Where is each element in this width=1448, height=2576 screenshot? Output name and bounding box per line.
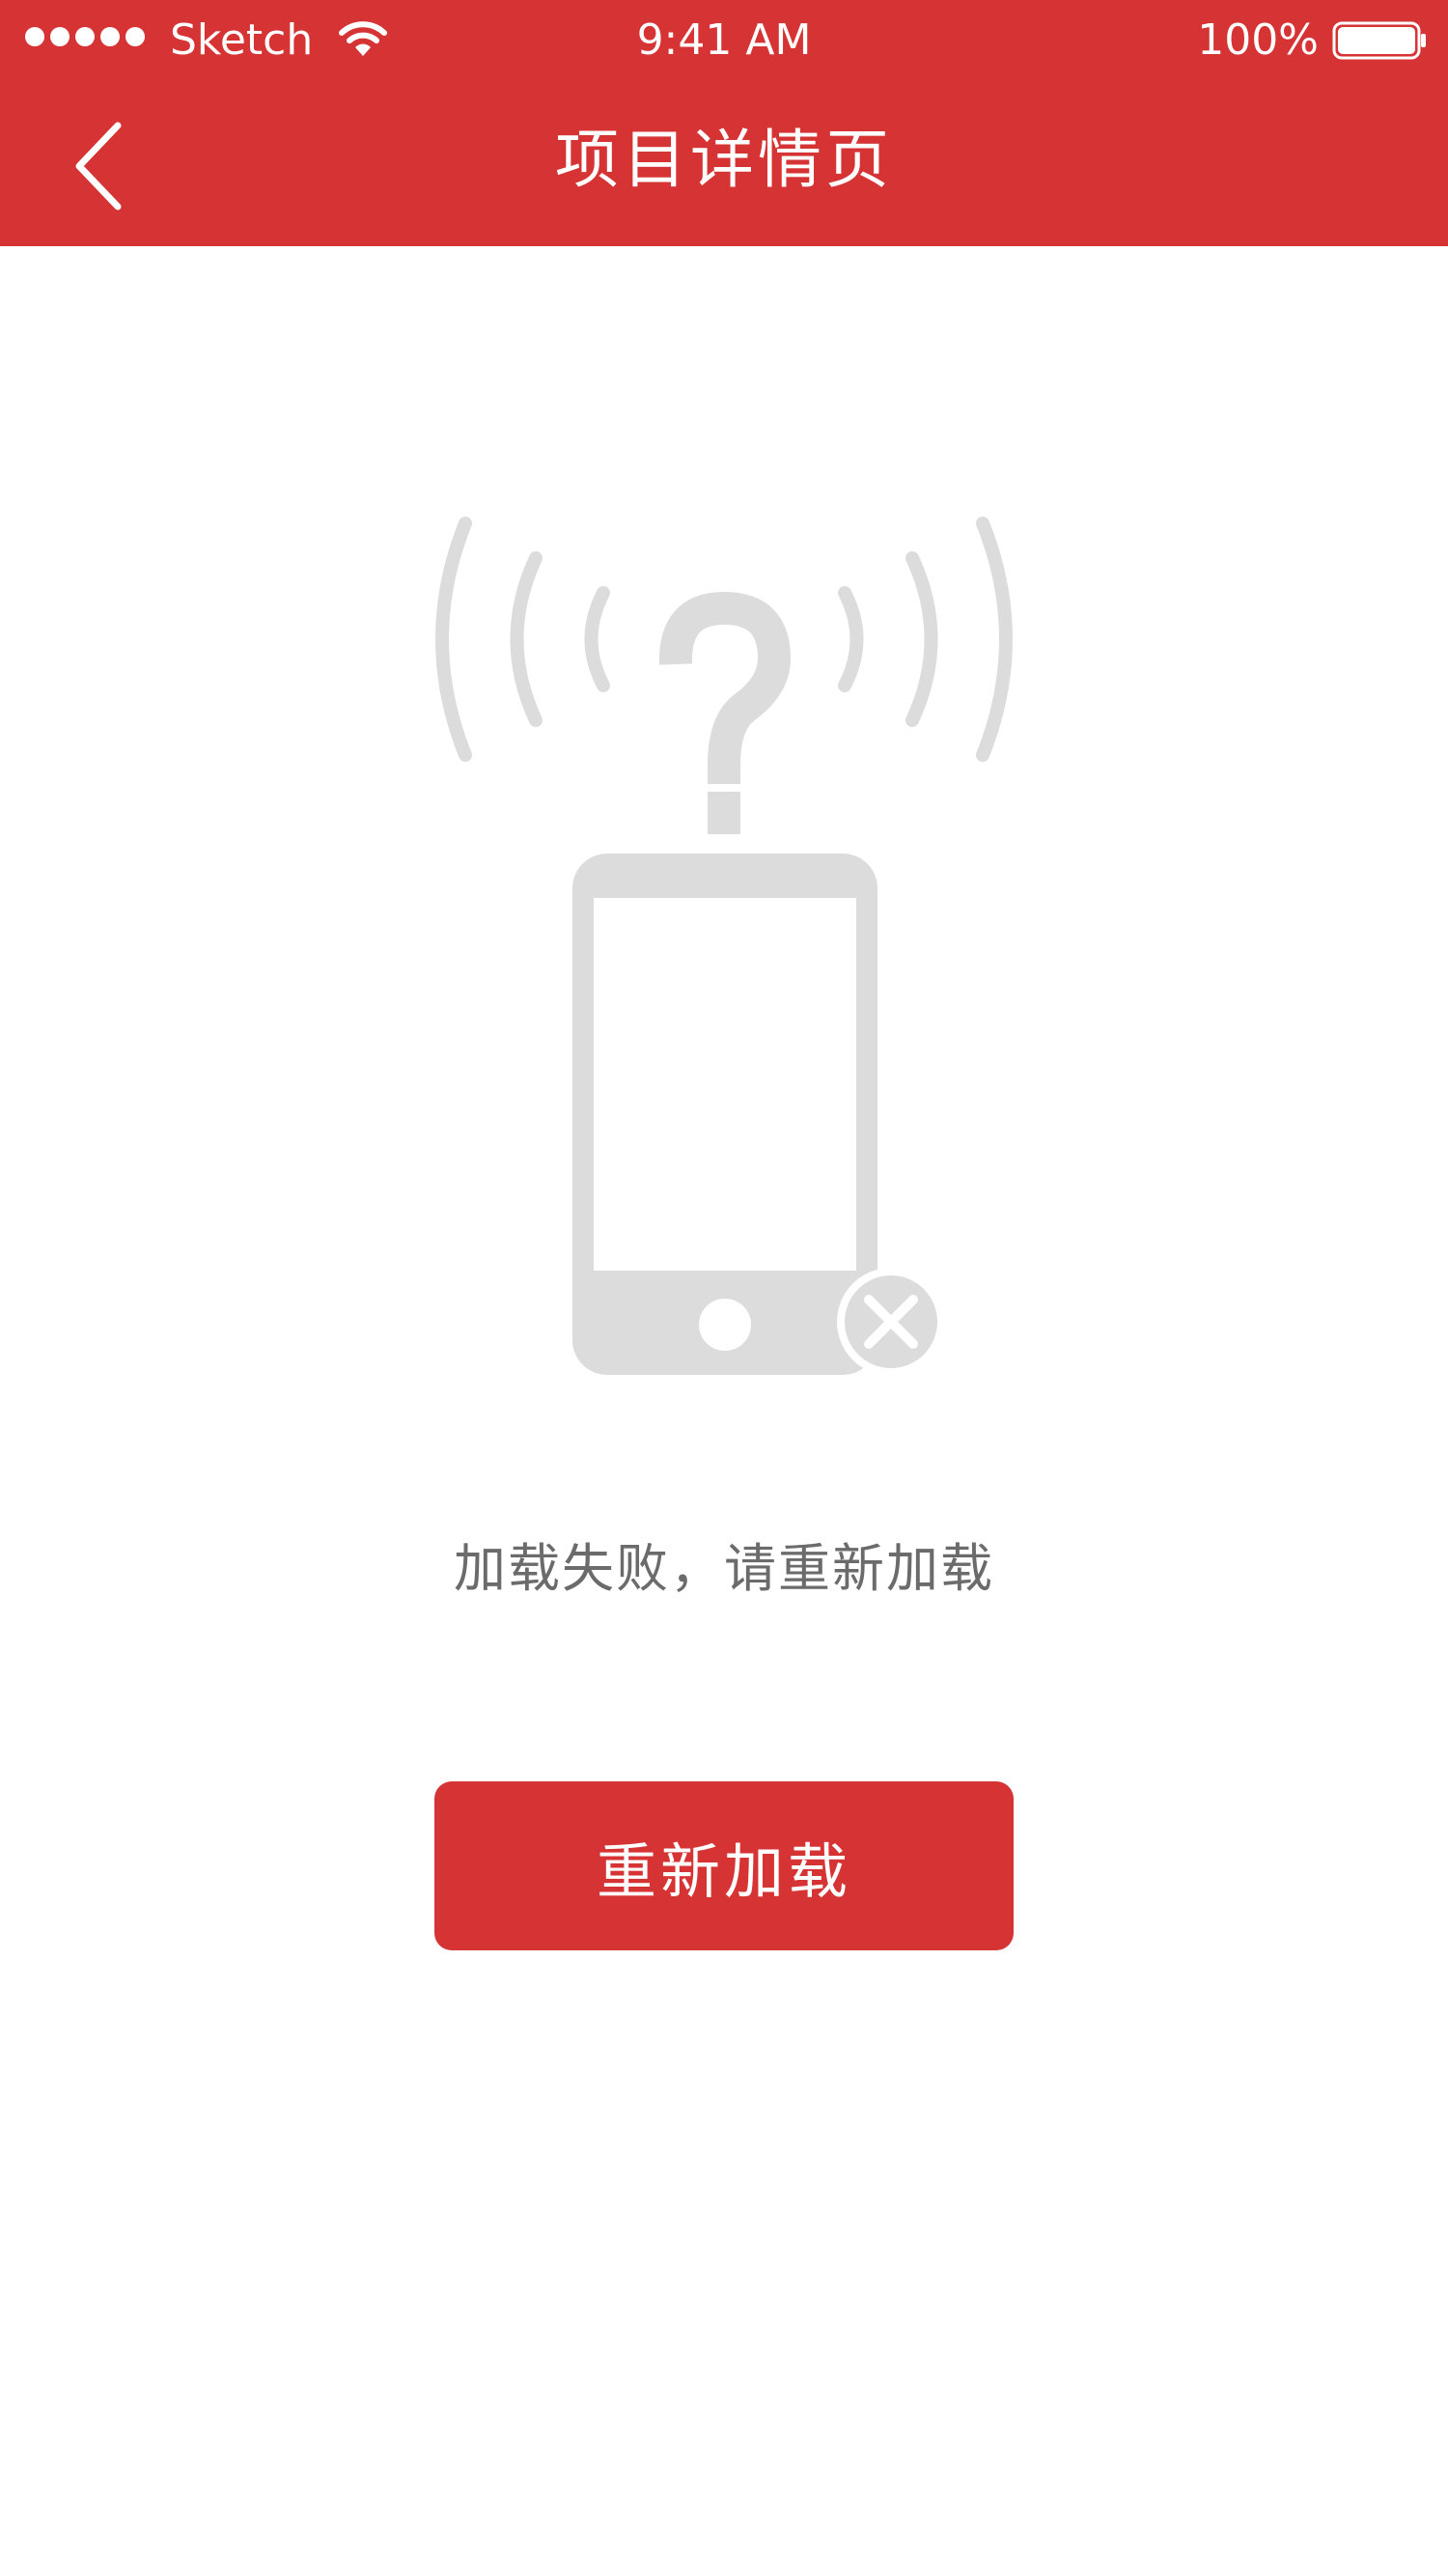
battery-full-icon	[1332, 19, 1429, 62]
page-title: 项目详情页	[555, 123, 893, 197]
error-message: 加载失败，请重新加载	[454, 1538, 994, 1599]
status-bar: Sketch 9:41 AM 100%	[0, 0, 1448, 85]
navigation-bar: 项目详情页	[0, 85, 1448, 246]
reload-button[interactable]: 重新加载	[434, 1781, 1014, 1950]
header: Sketch 9:41 AM 100% 项目详情页	[0, 0, 1448, 246]
load-failed-screen: Sketch 9:41 AM 100% 项目详情页 加载失败，请重新加载 重新加…	[0, 0, 1448, 2576]
battery-percent: 100%	[1197, 15, 1319, 65]
phone-no-signal-illustration	[405, 502, 1043, 1390]
